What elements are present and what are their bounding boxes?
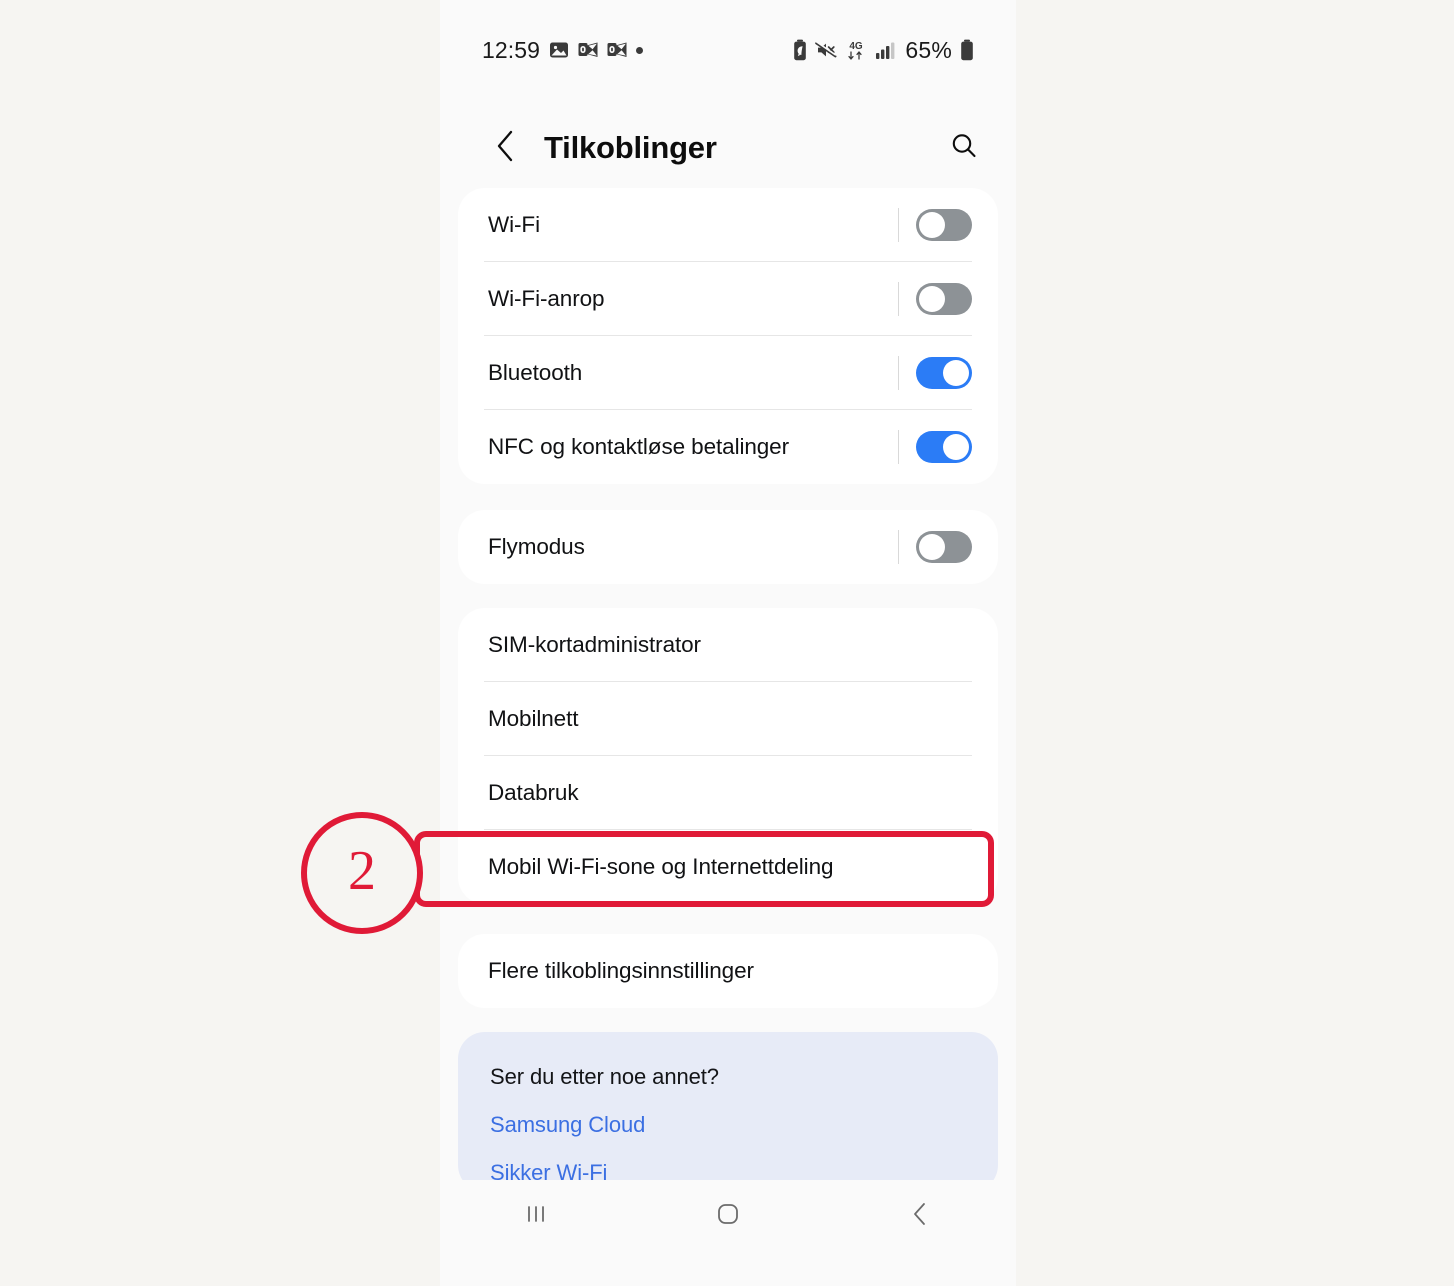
setting-label: Mobil Wi-Fi-sone og Internettdeling (488, 854, 834, 879)
setting-row-data-usage[interactable]: Databruk (458, 756, 998, 830)
page-title: Tilkoblinger (544, 130, 717, 165)
dot-icon (636, 46, 644, 54)
setting-label: Databruk (488, 780, 579, 805)
setting-label: Flere tilkoblingsinnstillinger (488, 958, 754, 983)
setting-label: Bluetooth (488, 360, 583, 385)
setting-row-mobile-hotspot-tethering[interactable]: Mobil Wi-Fi-sone og Internettdeling (458, 830, 998, 904)
toggle-container (898, 356, 972, 390)
toggle-knob (919, 212, 945, 238)
outlook-mail-icon (578, 41, 598, 59)
setting-label: Wi-Fi (488, 212, 540, 237)
back-icon (907, 1200, 933, 1233)
setting-label: NFC og kontaktløse betalinger (488, 434, 789, 459)
back-button[interactable] (486, 128, 526, 168)
power-saving-icon (793, 39, 807, 61)
toggle-separator (898, 282, 899, 316)
battery-percent-label: 65% (905, 36, 952, 63)
search-icon (949, 131, 979, 166)
setting-row-wifi[interactable]: Wi-Fi (458, 188, 998, 262)
settings-list: Wi-Fi Wi-Fi-anrop Bluetooth NFC og konta… (440, 188, 1016, 1192)
card-more-settings: Flere tilkoblingsinnstillinger (458, 934, 998, 1008)
toggle-container (898, 530, 972, 564)
toggle-bluetooth[interactable] (916, 357, 972, 389)
setting-row-wifi-calling[interactable]: Wi-Fi-anrop (458, 262, 998, 336)
annotation-step-circle: 2 (301, 812, 423, 934)
toggle-container (898, 282, 972, 316)
toggle-knob (943, 434, 969, 460)
toggle-wifi[interactable] (916, 209, 972, 241)
toggle-container (898, 430, 972, 464)
home-button[interactable] (688, 1188, 768, 1244)
home-icon (714, 1200, 742, 1233)
outlook-mail-icon (607, 41, 627, 59)
phone-screen: 12:59 4G 65% Tilkoblinger Wi-Fi Wi-Fi-an… (440, 0, 1016, 1286)
setting-label: Wi-Fi-anrop (488, 286, 605, 311)
mute-icon (815, 40, 837, 60)
battery-icon (960, 39, 974, 61)
status-bar: 12:59 4G 65% (440, 0, 1016, 100)
help-link-samsung-cloud[interactable]: Samsung Cloud (458, 1090, 998, 1138)
setting-label: SIM-kortadministrator (488, 632, 701, 657)
status-bar-right: 4G 65% (793, 37, 974, 64)
toggle-separator (898, 430, 899, 464)
4g-data-icon: 4G (845, 39, 867, 61)
setting-row-mobile-network[interactable]: Mobilnett (458, 682, 998, 756)
toggle-container (898, 208, 972, 242)
status-time: 12:59 (482, 36, 541, 63)
setting-label: Flymodus (488, 534, 585, 559)
help-card-title: Ser du etter noe annet? (490, 1064, 719, 1089)
setting-row-more-connection-settings[interactable]: Flere tilkoblingsinnstillinger (458, 934, 998, 1008)
annotation-step-number: 2 (348, 840, 376, 902)
card-connectivity-toggles: Wi-Fi Wi-Fi-anrop Bluetooth NFC og konta… (458, 188, 998, 484)
svg-text:4G: 4G (850, 41, 864, 52)
app-bar: Tilkoblinger (440, 100, 1016, 196)
setting-row-bluetooth[interactable]: Bluetooth (458, 336, 998, 410)
system-navigation-bar (440, 1180, 1016, 1252)
back-nav-button[interactable] (880, 1188, 960, 1244)
toggle-separator (898, 530, 899, 564)
search-button[interactable] (942, 126, 986, 170)
setting-label: Mobilnett (488, 706, 579, 731)
status-bar-left: 12:59 (482, 36, 644, 64)
card-looking-for-something-else: Ser du etter noe annet? Samsung Cloud Si… (458, 1032, 998, 1192)
toggle-separator (898, 356, 899, 390)
chevron-left-icon (493, 129, 519, 168)
toggle-knob (919, 534, 945, 560)
signal-bars-icon (875, 40, 897, 60)
toggle-separator (898, 208, 899, 242)
gallery-icon (549, 40, 569, 60)
toggle-nfc[interactable] (916, 431, 972, 463)
toggle-airplane-mode[interactable] (916, 531, 972, 563)
setting-row-airplane-mode[interactable]: Flymodus (458, 510, 998, 584)
setting-row-sim-manager[interactable]: SIM-kortadministrator (458, 608, 998, 682)
toggle-wifi-calling[interactable] (916, 283, 972, 315)
card-network-items: SIM-kortadministrator Mobilnett Databruk… (458, 608, 998, 904)
recents-icon (523, 1201, 549, 1232)
recents-button[interactable] (496, 1188, 576, 1244)
setting-row-nfc[interactable]: NFC og kontaktløse betalinger (458, 410, 998, 484)
help-link-secure-wifi[interactable]: Sikker Wi-Fi (458, 1138, 998, 1186)
toggle-knob (919, 286, 945, 312)
card-airplane-mode: Flymodus (458, 510, 998, 584)
toggle-knob (943, 360, 969, 386)
